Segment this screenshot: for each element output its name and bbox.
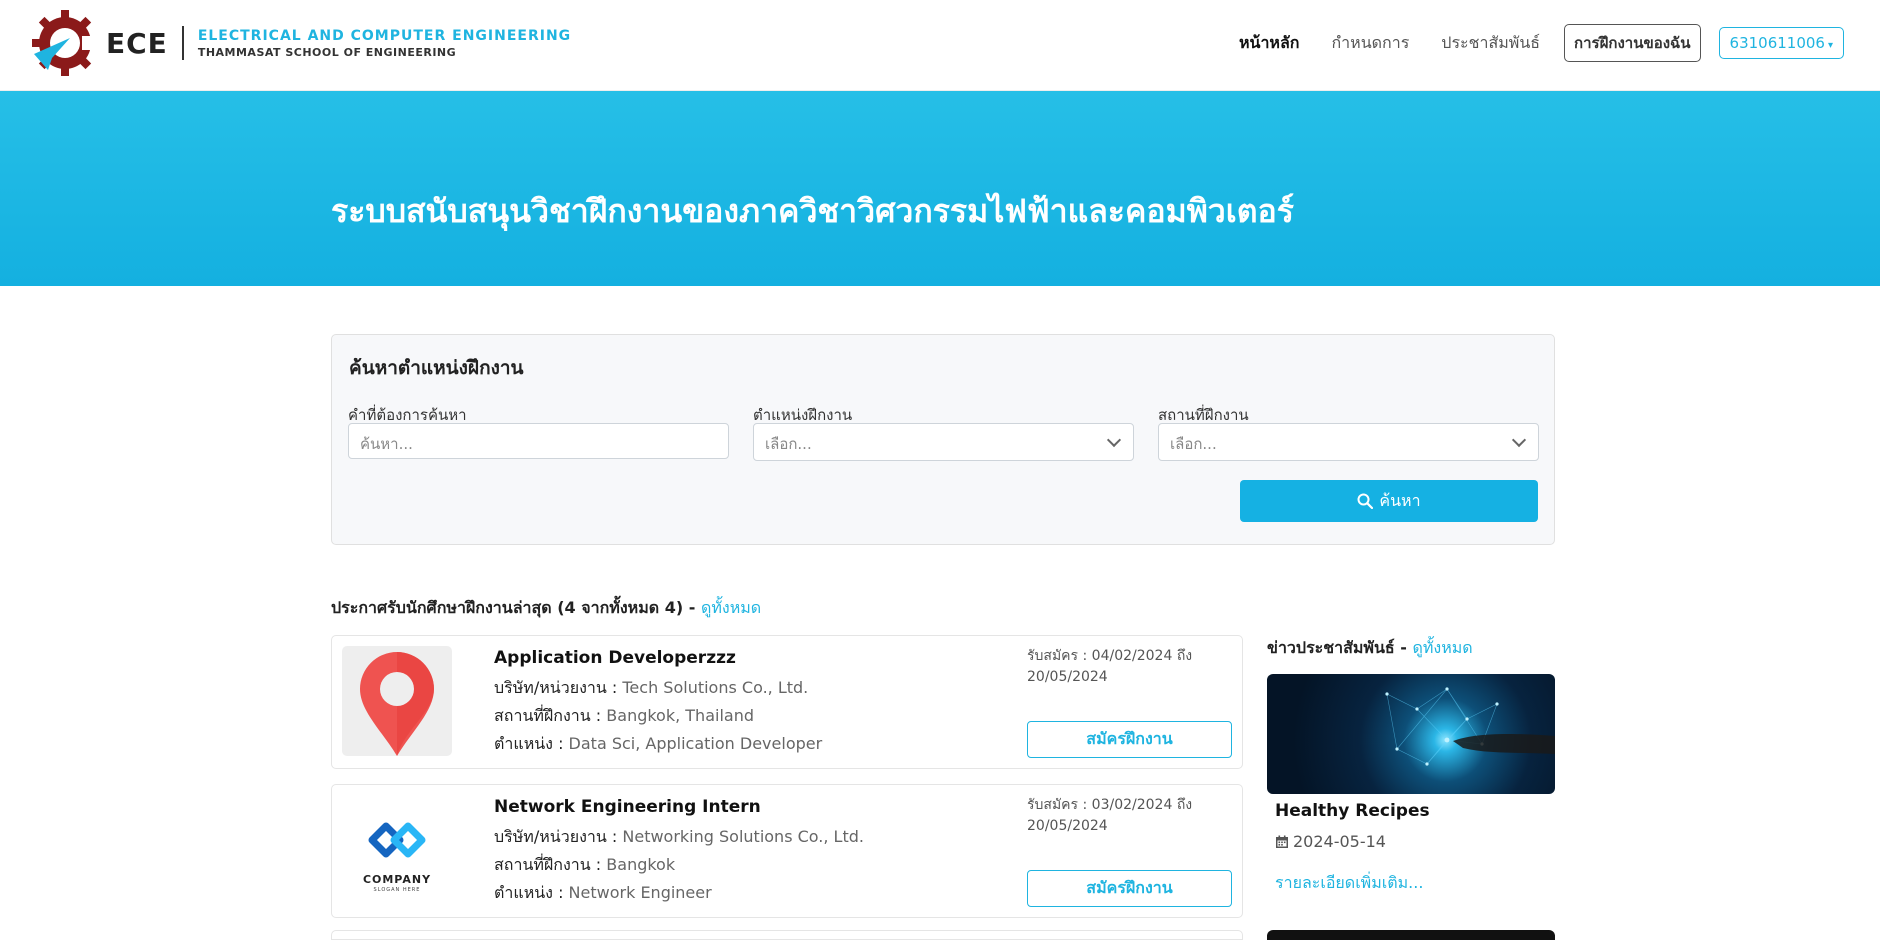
job-title[interactable]: Application Developerzzz — [494, 648, 736, 668]
job-positions: ตำแหน่ง : Network Engineer — [494, 883, 712, 902]
job-card — [331, 930, 1243, 940]
news-title[interactable]: Healthy Recipes — [1275, 801, 1430, 821]
job-location: สถานที่ฝึกงาน : Bangkok, Thailand — [494, 706, 754, 725]
job-location: สถานที่ฝึกงาน : Bangkok — [494, 855, 676, 874]
listing-heading-text: ประกาศรับนักศึกษาฝึกงานล่าสุด (4 จากทั้ง… — [331, 598, 701, 617]
my-internship-button[interactable]: การฝึกงานของฉัน — [1564, 24, 1701, 62]
search-button[interactable]: ค้นหา — [1240, 480, 1538, 522]
user-id: 6310611006 — [1729, 34, 1825, 52]
news-read-more-link[interactable]: รายละเอียดเพิ่มเติม... — [1275, 871, 1423, 896]
search-card: ค้นหาตำแหน่งฝึกงาน คำที่ต้องการค้นหา ค้น… — [331, 334, 1555, 545]
gear-logo-icon — [30, 8, 100, 78]
position-select[interactable]: เลือก... — [753, 423, 1134, 461]
news-date-text: 2024-05-14 — [1293, 832, 1386, 851]
hero-banner: ระบบสนับสนุนวิชาฝึกงานของภาควิชาวิศวกรรม… — [0, 91, 1880, 286]
chevron-down-icon — [1511, 432, 1527, 448]
search-button-label: ค้นหา — [1379, 490, 1421, 510]
listing-heading: ประกาศรับนักศึกษาฝึกงานล่าสุด (4 จากทั้ง… — [331, 596, 761, 621]
job-card: COMPANY SLOGAN HERE Network Engineering … — [331, 784, 1243, 918]
news-heading: ข่าวประชาสัมพันธ์ - ดูทั้งหมด — [1267, 636, 1473, 661]
logo-short-text: ECE — [106, 26, 168, 60]
company-logo-icon: COMPANY SLOGAN HERE — [342, 795, 452, 905]
job-company: บริษัท/หน่วยงาน : Tech Solutions Co., Lt… — [494, 678, 809, 697]
nav-announcements[interactable]: ประชาสัมพันธ์ — [1441, 31, 1540, 56]
logo-line1: ELECTRICAL AND COMPUTER ENGINEERING — [197, 27, 572, 44]
location-select[interactable]: เลือก... — [1158, 423, 1539, 461]
navbar: ECE ELECTRICAL AND COMPUTER ENGINEERING … — [0, 0, 1880, 91]
search-heading: ค้นหาตำแหน่งฝึกงาน — [349, 357, 524, 379]
apply-button[interactable]: สมัครฝึกงาน — [1027, 870, 1232, 907]
job-card: Application Developerzzz บริษัท/หน่วยงาน… — [331, 635, 1243, 769]
company-logo-slogan: SLOGAN HERE — [373, 887, 421, 893]
caret-down-icon: ▾ — [1827, 40, 1833, 51]
map-pin-icon — [342, 646, 452, 756]
position-select-value: เลือก... — [765, 435, 812, 453]
job-application-dates: รับสมัคร : 03/02/2024 ถึง 20/05/2024 — [1027, 797, 1193, 834]
location-select-value: เลือก... — [1170, 435, 1217, 453]
company-logo-text: COMPANY — [362, 873, 432, 886]
job-company: บริษัท/หน่วยงาน : Networking Solutions C… — [494, 827, 864, 846]
news-image[interactable] — [1267, 674, 1555, 794]
news-date: 2024-05-14 — [1275, 832, 1386, 851]
chevron-down-icon — [1106, 432, 1122, 448]
news-see-all-link[interactable]: ดูทั้งหมด — [1412, 638, 1472, 657]
job-positions: ตำแหน่ง : Data Sci, Application Develope… — [494, 734, 823, 753]
nav-home[interactable]: หน้าหลัก — [1239, 31, 1300, 56]
hero-title: ระบบสนับสนุนวิชาฝึกงานของภาควิชาวิศวกรรม… — [331, 192, 1294, 230]
ece-logo[interactable]: ECE ELECTRICAL AND COMPUTER ENGINEERING … — [30, 8, 571, 78]
logo-divider — [181, 26, 184, 60]
apply-button[interactable]: สมัครฝึกงาน — [1027, 721, 1232, 758]
news-heading-text: ข่าวประชาสัมพันธ์ - — [1267, 638, 1413, 657]
listing-see-all-link[interactable]: ดูทั้งหมด — [701, 598, 761, 617]
nav-schedule[interactable]: กำหนดการ — [1331, 31, 1409, 56]
search-icon — [1357, 493, 1374, 509]
keyword-search-input[interactable]: ค้นหา... — [348, 423, 729, 459]
logo-line2: THAMMASAT SCHOOL OF ENGINEERING — [197, 45, 457, 59]
calendar-icon — [1276, 835, 1288, 848]
job-application-dates: รับสมัคร : 04/02/2024 ถึง 20/05/2024 — [1027, 648, 1193, 685]
news-image[interactable] — [1267, 930, 1555, 940]
job-title[interactable]: Network Engineering Intern — [494, 797, 761, 817]
user-menu-button[interactable]: 6310611006 ▾ — [1718, 27, 1844, 59]
